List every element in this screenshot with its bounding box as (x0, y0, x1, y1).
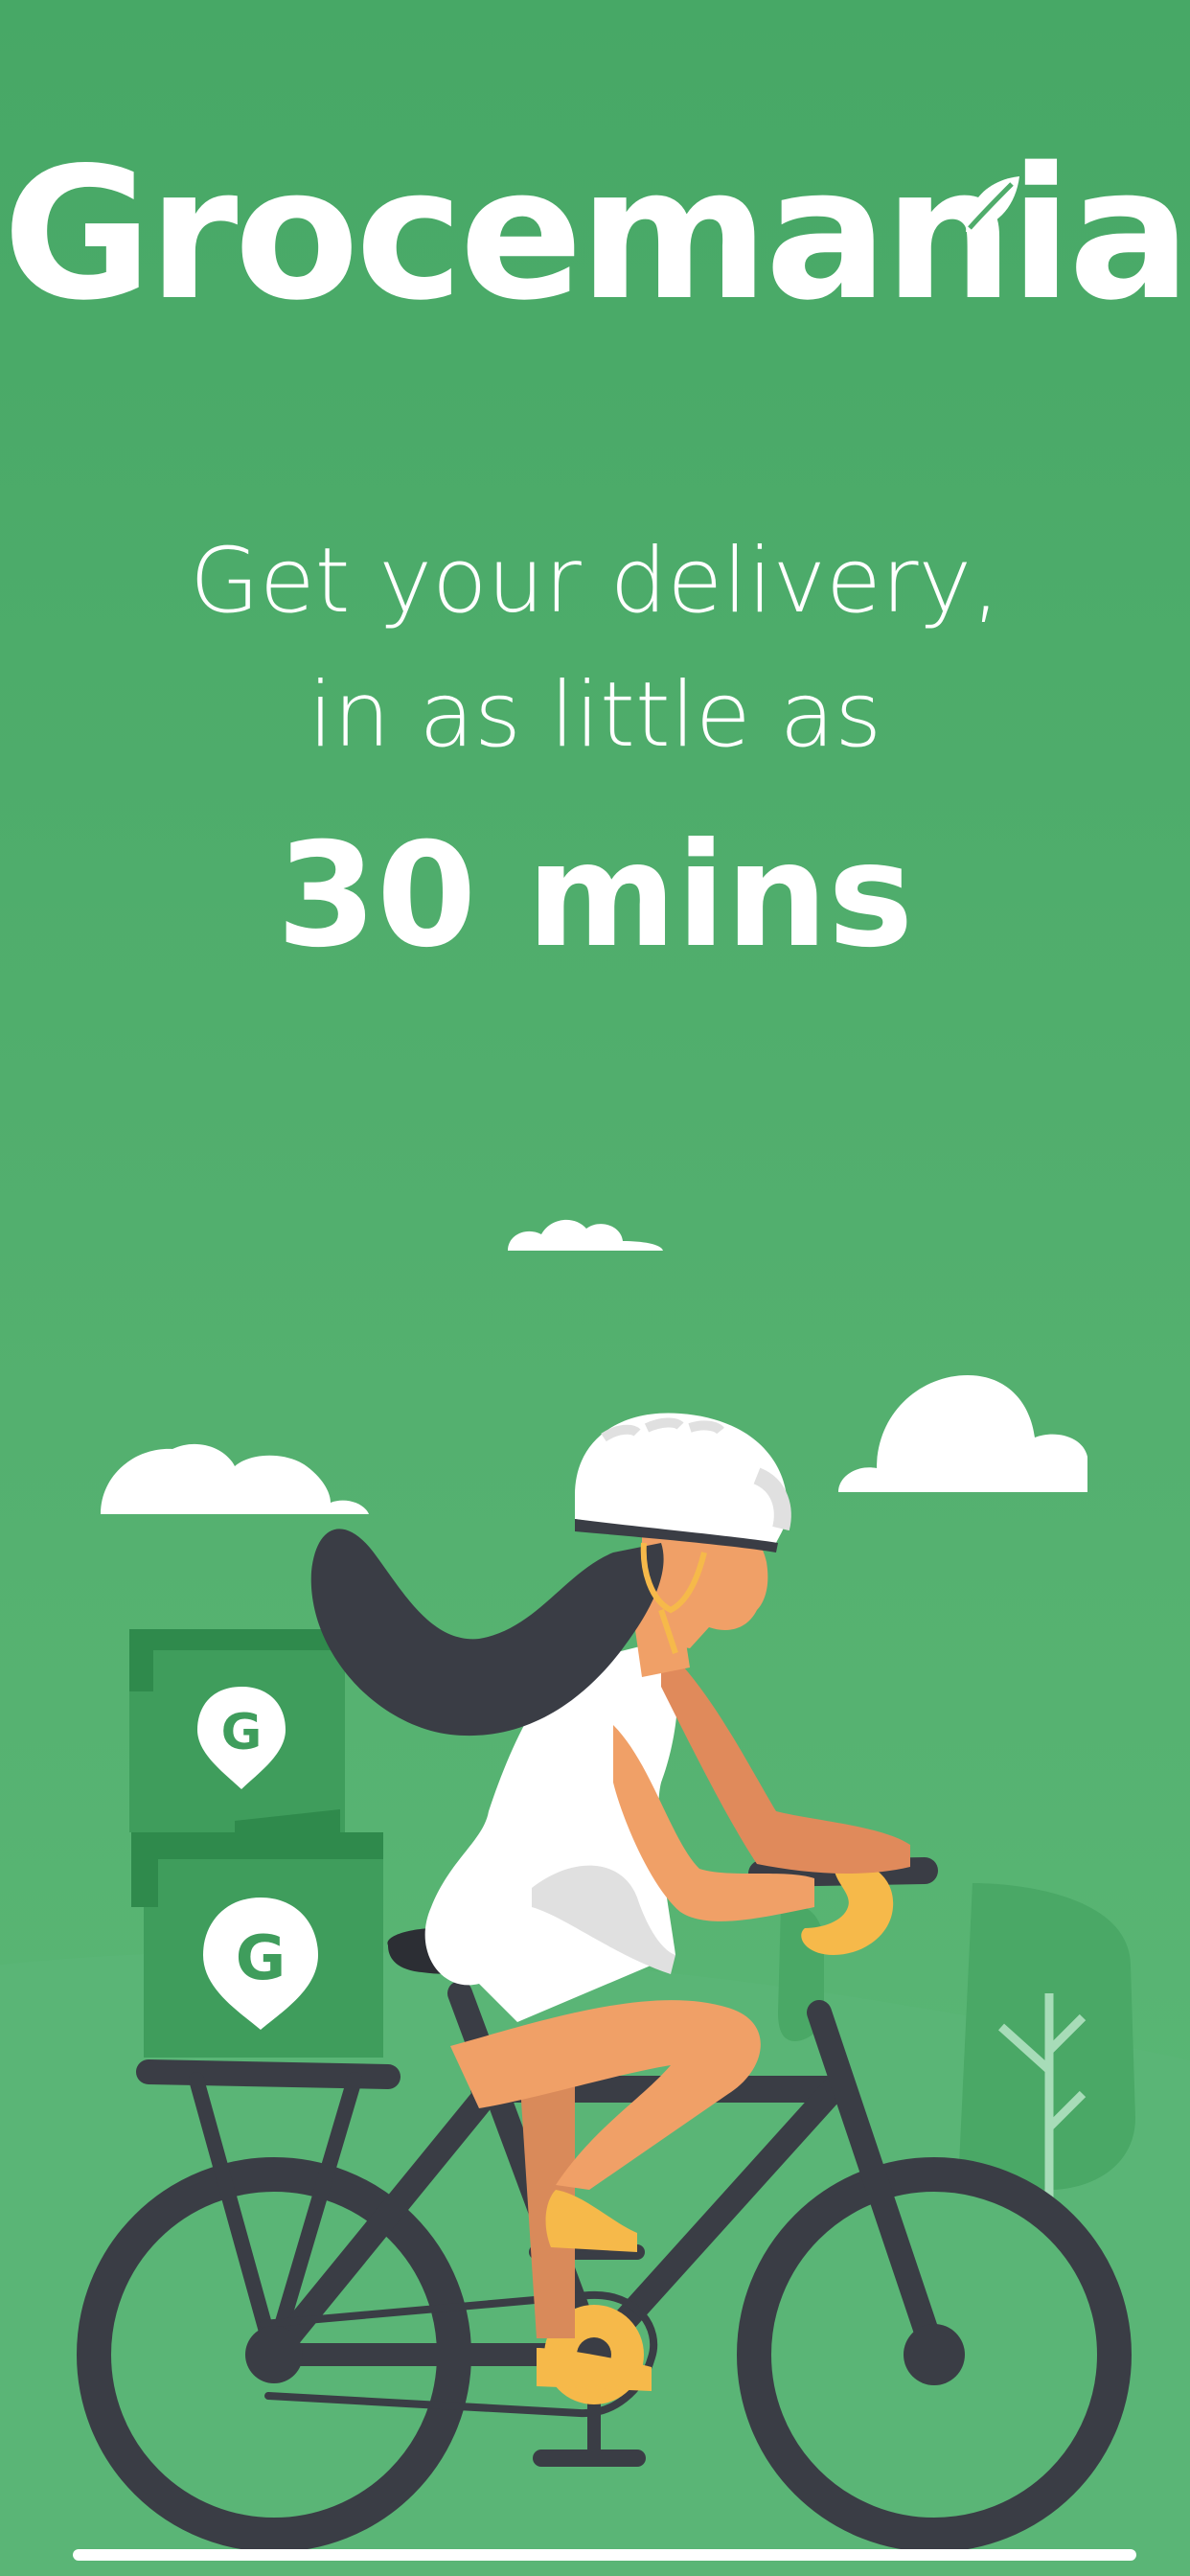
delivery-time-highlight: 30 mins (276, 813, 914, 979)
leaf-icon (966, 176, 1019, 232)
cloud-icon (838, 1375, 1087, 1492)
tree-icon (941, 1883, 1135, 2204)
box-letter: G (221, 1704, 263, 1761)
delivery-box-icon: G (129, 1629, 345, 1832)
box-letter: G (236, 1923, 286, 1994)
delivery-illustration: G G (0, 1219, 1190, 2576)
cloud-icon (508, 1219, 663, 1251)
cloud-icon (101, 1443, 369, 1514)
rear-hub (245, 2326, 303, 2383)
home-indicator[interactable] (73, 2549, 1136, 2561)
tagline-line-2: in as little as (308, 663, 882, 768)
delivery-box-icon: G (131, 1832, 383, 2058)
tagline-line-1: Get your delivery, (190, 529, 1000, 633)
front-hub (904, 2324, 965, 2385)
